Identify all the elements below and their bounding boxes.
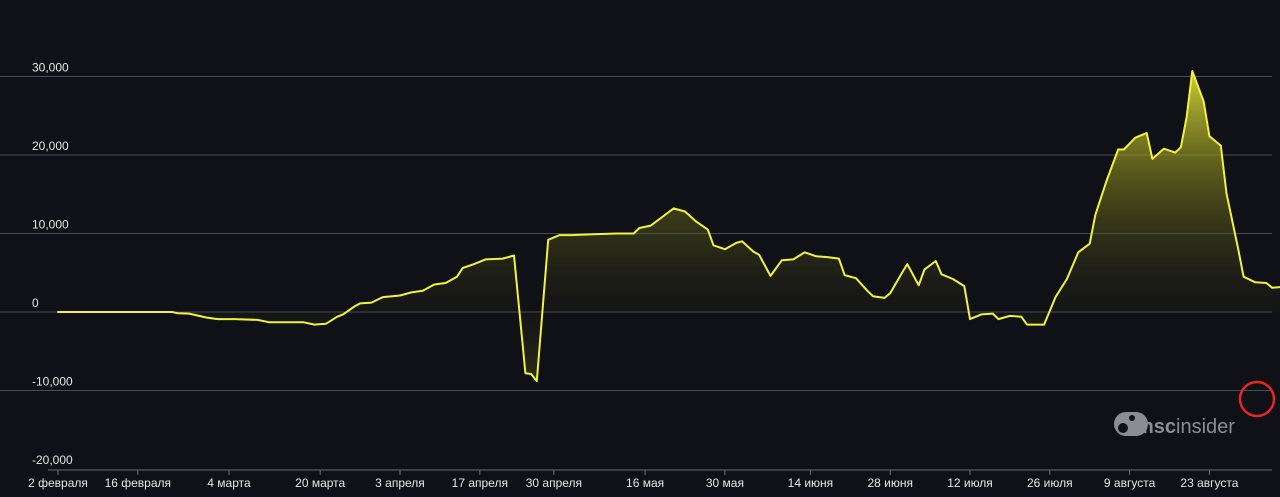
svg-text:mscinsider: mscinsider xyxy=(1136,416,1235,438)
x-tick-label: 9 августа xyxy=(1104,476,1156,490)
y-tick-label: 20,000 xyxy=(32,139,69,153)
x-tick-label: 26 июля xyxy=(1027,476,1073,490)
y-tick-label: -10,000 xyxy=(32,375,73,389)
x-tick-label: 16 февраля xyxy=(105,476,171,490)
x-tick-label: 14 июня xyxy=(788,476,834,490)
x-tick-label: 23 августа xyxy=(1180,476,1238,490)
x-tick-label: 2 февраля xyxy=(28,476,88,490)
y-tick-label: 0 xyxy=(32,296,39,310)
x-tick-label: 20 марта xyxy=(295,476,345,490)
highlight-circle xyxy=(1238,380,1276,418)
x-tick-label: 28 июня xyxy=(867,476,913,490)
x-tick-label: 30 мая xyxy=(706,476,744,490)
x-tick-label: 30 апреля xyxy=(526,476,582,490)
y-tick-label: 30,000 xyxy=(32,61,69,75)
y-axis: 30,000 20,000 10,000 0 -10,000 -20,000 xyxy=(32,61,73,468)
x-tick-label: 16 мая xyxy=(626,476,664,490)
y-tick-label: 10,000 xyxy=(32,218,69,232)
chart: 30,000 20,000 10,000 0 -10,000 -20,000 2 февр… xyxy=(0,61,1280,490)
watermark-brand-bold: msc xyxy=(1136,416,1176,438)
x-tick-label: 12 июля xyxy=(947,476,993,490)
x-tick-label: 3 апреля xyxy=(375,476,425,490)
x-axis: 2 февраля 16 февраля 4 марта 20 марта 3 апре… xyxy=(28,469,1272,490)
watermark: mscinsider xyxy=(1114,412,1235,438)
y-tick-label: -20,000 xyxy=(32,453,73,467)
x-tick-label: 4 марта xyxy=(207,476,251,490)
watermark-brand-light: insider xyxy=(1176,416,1235,438)
x-tick-label: 17 апреля xyxy=(452,476,508,490)
